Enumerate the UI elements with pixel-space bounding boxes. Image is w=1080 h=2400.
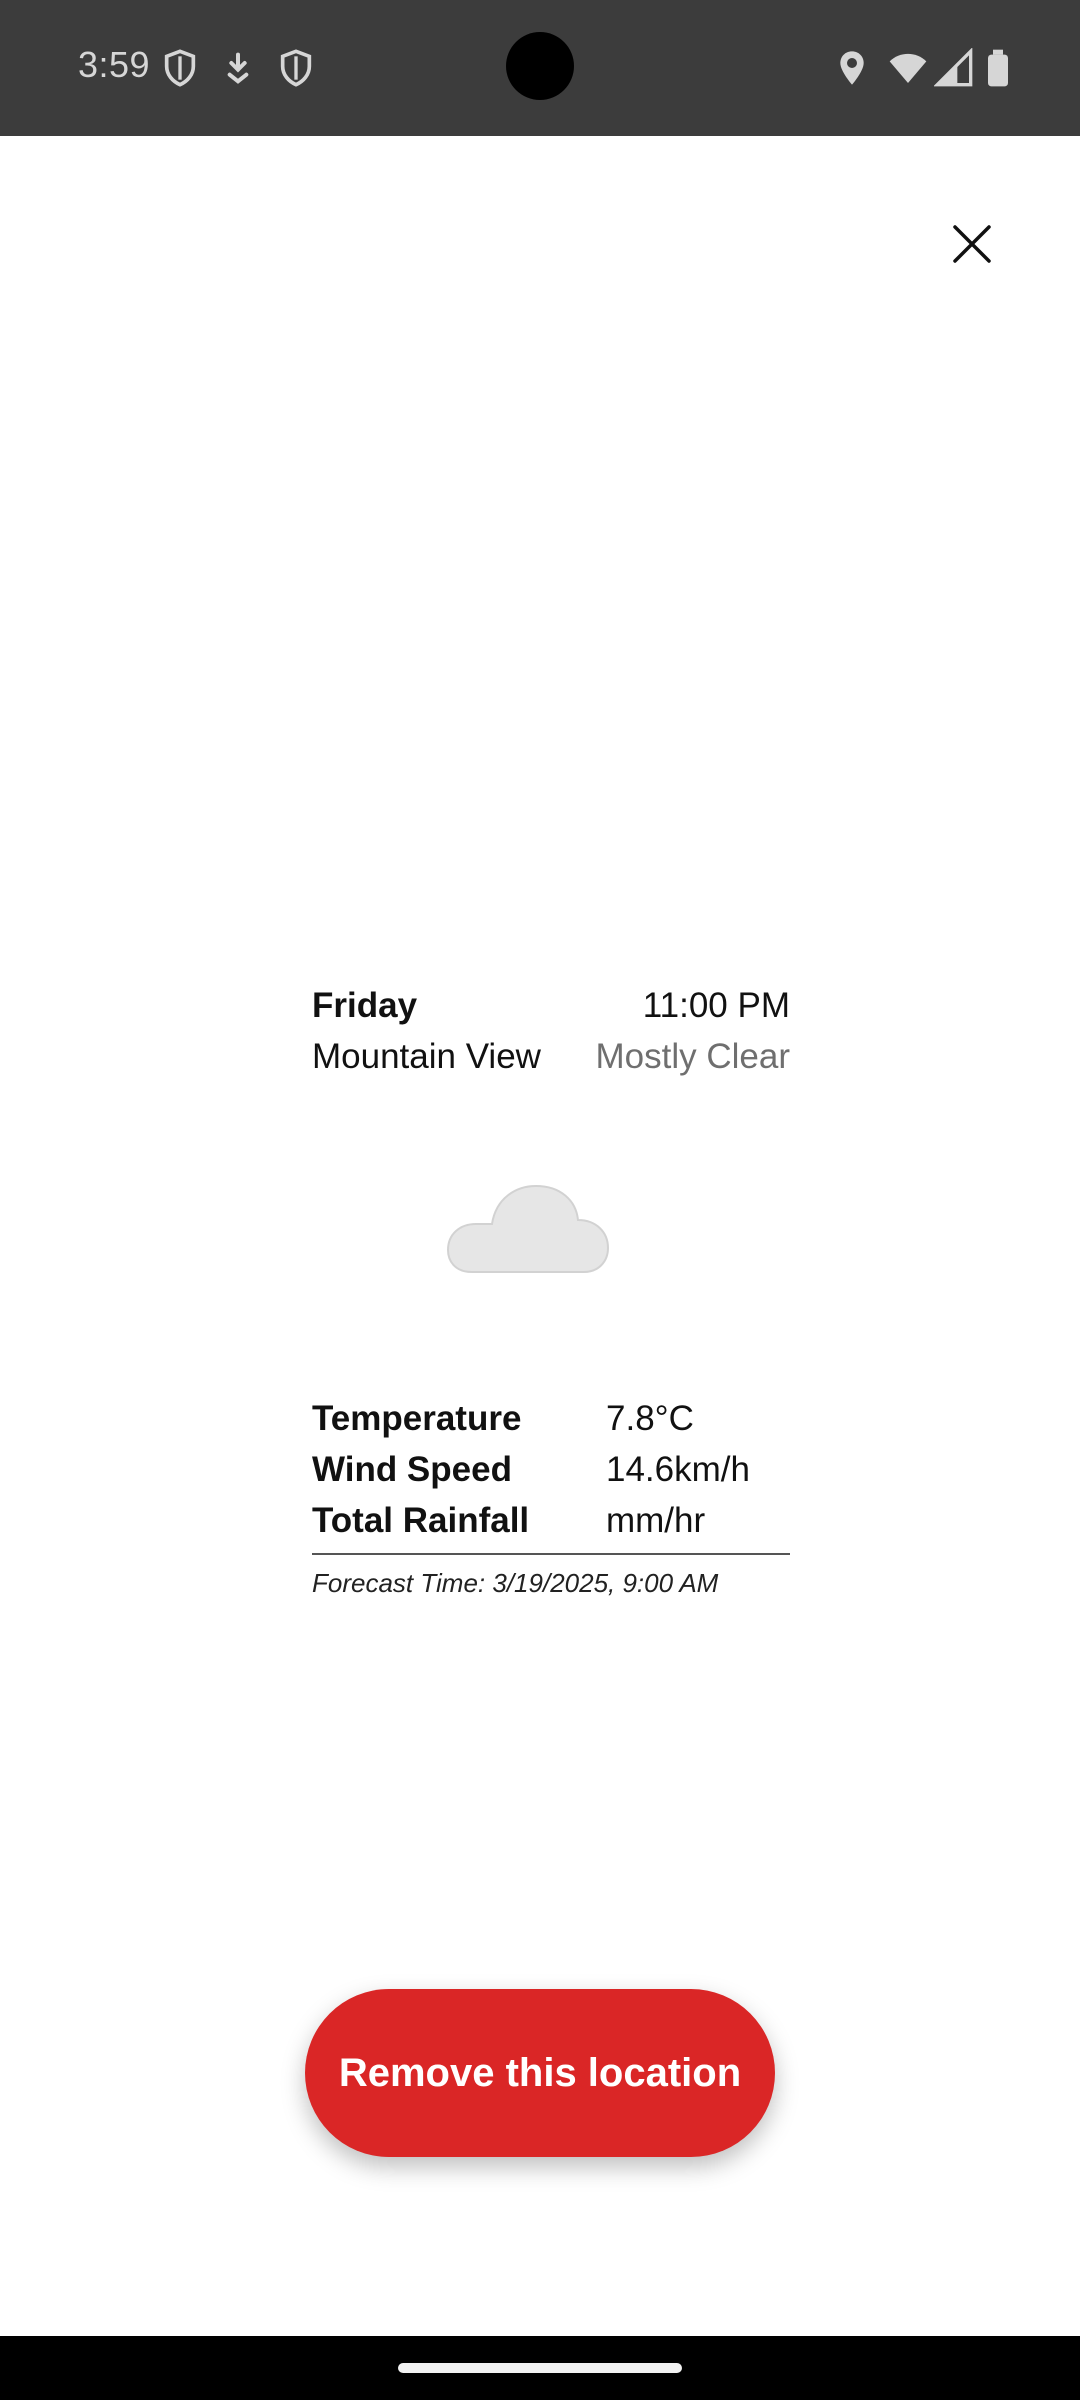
weather-metrics: Temperature 7.8°C Wind Speed 14.6km/h To… bbox=[312, 1393, 790, 1546]
location-condition-row: Mountain View Mostly Clear bbox=[312, 1031, 790, 1082]
divider bbox=[312, 1553, 790, 1555]
status-bar: 3:59 bbox=[0, 0, 1080, 136]
metric-label: Wind Speed bbox=[312, 1450, 512, 1489]
weather-detail-screen: 3:59 Friday 11:00 PM Mountain View Mostl… bbox=[0, 0, 1080, 2400]
day-label: Friday bbox=[312, 986, 418, 1025]
forecast-time: Forecast Time: 3/19/2025, 9:00 AM bbox=[312, 1568, 719, 1598]
location-label: Mountain View bbox=[312, 1037, 541, 1076]
metric-label: Temperature bbox=[312, 1399, 522, 1438]
status-time: 3:59 bbox=[78, 44, 151, 85]
weather-icon-container bbox=[440, 1150, 640, 1325]
remove-location-button[interactable]: Remove this location bbox=[305, 1989, 775, 2157]
metric-row-wind-speed: Wind Speed 14.6km/h bbox=[312, 1444, 790, 1495]
metric-label: Total Rainfall bbox=[312, 1501, 530, 1540]
condition-label: Mostly Clear bbox=[595, 1037, 790, 1076]
shield-icon bbox=[164, 49, 196, 87]
wifi-icon bbox=[889, 53, 927, 83]
close-button[interactable] bbox=[936, 208, 1008, 280]
day-time-row: Friday 11:00 PM bbox=[312, 980, 790, 1031]
location-icon bbox=[840, 51, 864, 85]
metric-value: 14.6km/h bbox=[606, 1450, 750, 1489]
time-label: 11:00 PM bbox=[642, 986, 790, 1025]
moon-cloud-icon bbox=[446, 1162, 615, 1322]
shield-icon bbox=[280, 49, 312, 87]
metric-row-total-rainfall: Total Rainfall mm/hr bbox=[312, 1495, 790, 1546]
metric-value: 7.8°C bbox=[606, 1399, 694, 1438]
camera-cutout bbox=[506, 32, 574, 100]
metric-row-temperature: Temperature 7.8°C bbox=[312, 1393, 790, 1444]
metric-value: mm/hr bbox=[606, 1501, 706, 1540]
weather-summary: Friday 11:00 PM Mountain View Mostly Cle… bbox=[312, 980, 790, 1082]
close-icon bbox=[953, 225, 991, 263]
battery-icon bbox=[988, 49, 1008, 87]
home-gesture-handle[interactable] bbox=[398, 2363, 682, 2373]
signal-icon bbox=[934, 48, 973, 87]
download-icon bbox=[227, 52, 249, 84]
